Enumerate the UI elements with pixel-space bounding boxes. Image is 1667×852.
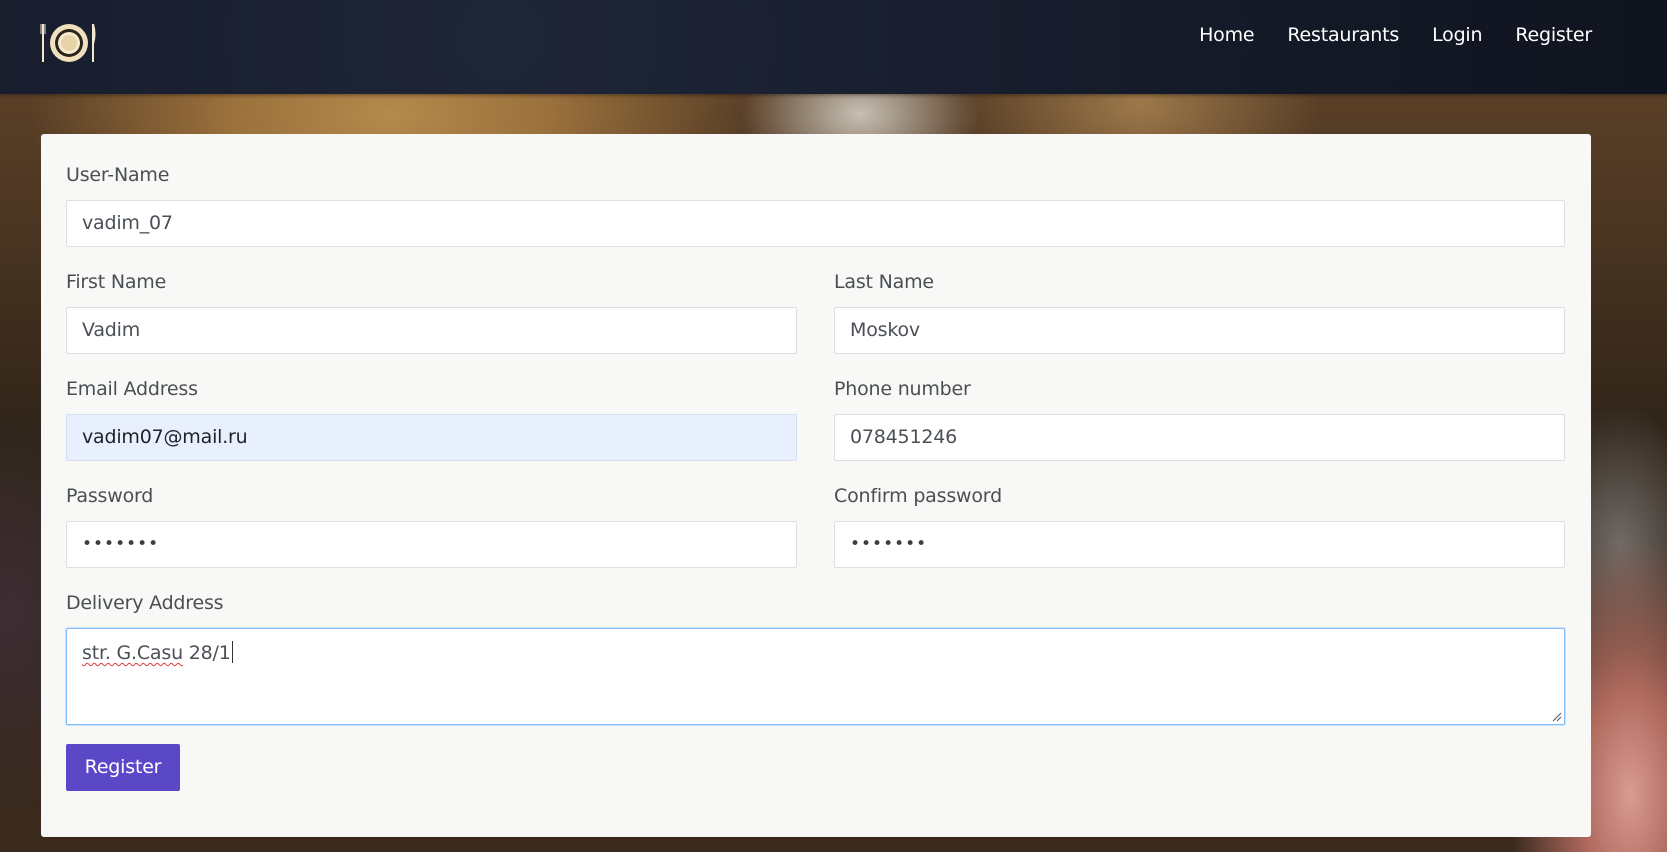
confirm-password-label: Confirm password	[834, 485, 1002, 507]
nav-login-link[interactable]: Login	[1432, 22, 1482, 48]
delivery-address-text: 28/1	[182, 642, 231, 664]
username-input[interactable]: vadim_07	[66, 200, 1565, 247]
confirm-password-input[interactable]: •••••••	[834, 521, 1565, 568]
password-label: Password	[66, 485, 154, 507]
first-name-label: First Name	[66, 271, 167, 293]
nav-restaurants-link[interactable]: Restaurants	[1287, 22, 1399, 48]
text-caret	[231, 641, 233, 663]
email-input[interactable]: vadim07@mail.ru	[66, 414, 797, 461]
nav-home-link[interactable]: Home	[1199, 22, 1255, 48]
email-label: Email Address	[66, 378, 198, 400]
username-label: User-Name	[66, 164, 170, 186]
last-name-label: Last Name	[834, 271, 934, 293]
spellcheck-underlined-text: str. G.Casu	[82, 642, 183, 664]
plate-fork-knife-icon[interactable]	[40, 20, 98, 66]
delivery-address-label: Delivery Address	[66, 592, 224, 614]
nav-links: Home Restaurants Login Register	[1199, 22, 1592, 48]
password-input[interactable]: •••••••	[66, 521, 797, 568]
delivery-address-textarea[interactable]: str. G.Casu 28/1	[66, 628, 1565, 725]
resize-handle-icon[interactable]	[1552, 712, 1562, 722]
phone-label: Phone number	[834, 378, 971, 400]
nav-register-link[interactable]: Register	[1515, 22, 1592, 48]
top-navbar: Home Restaurants Login Register	[0, 0, 1667, 94]
last-name-input[interactable]: Moskov	[834, 307, 1565, 354]
first-name-input[interactable]: Vadim	[66, 307, 797, 354]
phone-input[interactable]: 078451246	[834, 414, 1565, 461]
register-button[interactable]: Register	[66, 744, 180, 791]
